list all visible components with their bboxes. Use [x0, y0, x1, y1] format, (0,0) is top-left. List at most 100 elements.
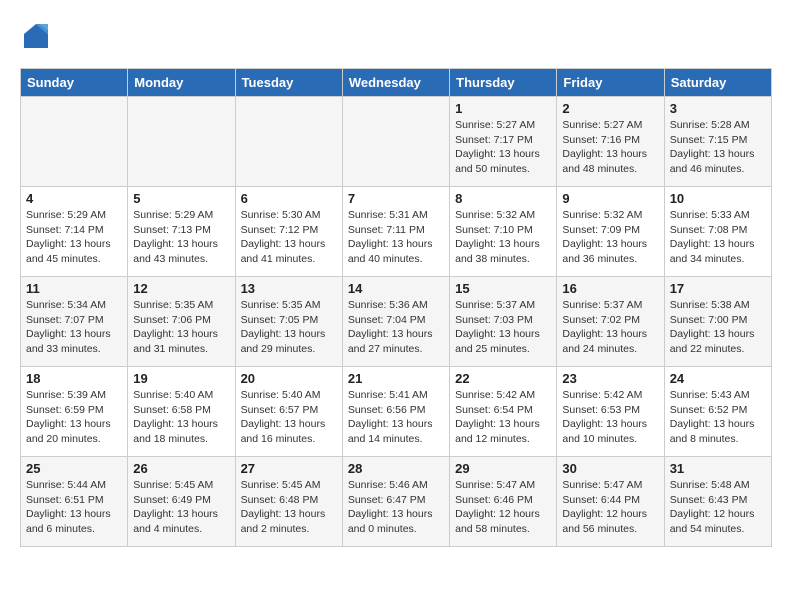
calendar-table: SundayMondayTuesdayWednesdayThursdayFrid…	[20, 68, 772, 547]
day-info: Sunrise: 5:47 AM Sunset: 6:46 PM Dayligh…	[455, 478, 551, 537]
day-info: Sunrise: 5:44 AM Sunset: 6:51 PM Dayligh…	[26, 478, 122, 537]
calendar-cell: 11 Sunrise: 5:34 AM Sunset: 7:07 PM Dayli…	[21, 277, 128, 367]
day-info: Sunrise: 5:35 AM Sunset: 7:06 PM Dayligh…	[133, 298, 229, 357]
day-number: 12	[133, 281, 229, 296]
day-number: 4	[26, 191, 122, 206]
day-number: 20	[241, 371, 337, 386]
day-info: Sunrise: 5:47 AM Sunset: 6:44 PM Dayligh…	[562, 478, 658, 537]
day-number: 6	[241, 191, 337, 206]
calendar-cell: 30 Sunrise: 5:47 AM Sunset: 6:44 PM Dayli…	[557, 457, 664, 547]
calendar-cell: 8Sunrise: 5:32 AM Sunset: 7:10 PM Daylig…	[450, 187, 557, 277]
logo-icon	[20, 20, 52, 52]
calendar-header: SundayMondayTuesdayWednesdayThursdayFrid…	[21, 69, 772, 97]
weekday-row: SundayMondayTuesdayWednesdayThursdayFrid…	[21, 69, 772, 97]
calendar-cell: 10 Sunrise: 5:33 AM Sunset: 7:08 PM Dayli…	[664, 187, 771, 277]
calendar-week-5: 25 Sunrise: 5:44 AM Sunset: 6:51 PM Dayli…	[21, 457, 772, 547]
calendar-cell	[342, 97, 449, 187]
day-info: Sunrise: 5:34 AM Sunset: 7:07 PM Dayligh…	[26, 298, 122, 357]
calendar-cell	[128, 97, 235, 187]
day-info: Sunrise: 5:42 AM Sunset: 6:53 PM Dayligh…	[562, 388, 658, 447]
day-number: 9	[562, 191, 658, 206]
day-number: 24	[670, 371, 766, 386]
day-info: Sunrise: 5:32 AM Sunset: 7:10 PM Dayligh…	[455, 208, 551, 267]
day-number: 29	[455, 461, 551, 476]
weekday-header-tuesday: Tuesday	[235, 69, 342, 97]
weekday-header-sunday: Sunday	[21, 69, 128, 97]
day-info: Sunrise: 5:37 AM Sunset: 7:03 PM Dayligh…	[455, 298, 551, 357]
day-info: Sunrise: 5:40 AM Sunset: 6:58 PM Dayligh…	[133, 388, 229, 447]
day-number: 31	[670, 461, 766, 476]
day-info: Sunrise: 5:40 AM Sunset: 6:57 PM Dayligh…	[241, 388, 337, 447]
day-number: 14	[348, 281, 444, 296]
calendar-cell: 26Sunrise: 5:45 AM Sunset: 6:49 PM Dayli…	[128, 457, 235, 547]
calendar-cell: 18 Sunrise: 5:39 AM Sunset: 6:59 PM Dayli…	[21, 367, 128, 457]
day-info: Sunrise: 5:46 AM Sunset: 6:47 PM Dayligh…	[348, 478, 444, 537]
calendar-cell: 22 Sunrise: 5:42 AM Sunset: 6:54 PM Dayli…	[450, 367, 557, 457]
day-info: Sunrise: 5:45 AM Sunset: 6:48 PM Dayligh…	[241, 478, 337, 537]
calendar-week-4: 18 Sunrise: 5:39 AM Sunset: 6:59 PM Dayli…	[21, 367, 772, 457]
calendar-cell: 13Sunrise: 5:35 AM Sunset: 7:05 PM Dayli…	[235, 277, 342, 367]
weekday-header-monday: Monday	[128, 69, 235, 97]
day-number: 2	[562, 101, 658, 116]
calendar-cell: 23 Sunrise: 5:42 AM Sunset: 6:53 PM Dayli…	[557, 367, 664, 457]
day-info: Sunrise: 5:37 AM Sunset: 7:02 PM Dayligh…	[562, 298, 658, 357]
calendar-cell: 27 Sunrise: 5:45 AM Sunset: 6:48 PM Dayli…	[235, 457, 342, 547]
day-number: 25	[26, 461, 122, 476]
calendar-cell: 29 Sunrise: 5:47 AM Sunset: 6:46 PM Dayli…	[450, 457, 557, 547]
weekday-header-saturday: Saturday	[664, 69, 771, 97]
day-number: 21	[348, 371, 444, 386]
day-number: 28	[348, 461, 444, 476]
day-info: Sunrise: 5:36 AM Sunset: 7:04 PM Dayligh…	[348, 298, 444, 357]
day-number: 22	[455, 371, 551, 386]
day-number: 23	[562, 371, 658, 386]
day-info: Sunrise: 5:39 AM Sunset: 6:59 PM Dayligh…	[26, 388, 122, 447]
day-number: 10	[670, 191, 766, 206]
day-info: Sunrise: 5:28 AM Sunset: 7:15 PM Dayligh…	[670, 118, 766, 177]
day-info: Sunrise: 5:29 AM Sunset: 7:14 PM Dayligh…	[26, 208, 122, 267]
day-number: 1	[455, 101, 551, 116]
day-info: Sunrise: 5:41 AM Sunset: 6:56 PM Dayligh…	[348, 388, 444, 447]
day-info: Sunrise: 5:27 AM Sunset: 7:17 PM Dayligh…	[455, 118, 551, 177]
day-number: 26	[133, 461, 229, 476]
day-info: Sunrise: 5:35 AM Sunset: 7:05 PM Dayligh…	[241, 298, 337, 357]
day-number: 27	[241, 461, 337, 476]
calendar-cell: 5 Sunrise: 5:29 AM Sunset: 7:13 PM Daylig…	[128, 187, 235, 277]
day-info: Sunrise: 5:27 AM Sunset: 7:16 PM Dayligh…	[562, 118, 658, 177]
day-info: Sunrise: 5:30 AM Sunset: 7:12 PM Dayligh…	[241, 208, 337, 267]
day-info: Sunrise: 5:31 AM Sunset: 7:11 PM Dayligh…	[348, 208, 444, 267]
weekday-header-thursday: Thursday	[450, 69, 557, 97]
calendar-cell: 17Sunrise: 5:38 AM Sunset: 7:00 PM Dayli…	[664, 277, 771, 367]
day-number: 15	[455, 281, 551, 296]
calendar-cell	[21, 97, 128, 187]
day-number: 7	[348, 191, 444, 206]
day-info: Sunrise: 5:32 AM Sunset: 7:09 PM Dayligh…	[562, 208, 658, 267]
weekday-header-friday: Friday	[557, 69, 664, 97]
day-number: 30	[562, 461, 658, 476]
calendar-week-1: 1 Sunrise: 5:27 AM Sunset: 7:17 PM Daylig…	[21, 97, 772, 187]
calendar-cell: 20 Sunrise: 5:40 AM Sunset: 6:57 PM Dayli…	[235, 367, 342, 457]
calendar-cell: 9 Sunrise: 5:32 AM Sunset: 7:09 PM Daylig…	[557, 187, 664, 277]
calendar-week-2: 4 Sunrise: 5:29 AM Sunset: 7:14 PM Daylig…	[21, 187, 772, 277]
day-info: Sunrise: 5:33 AM Sunset: 7:08 PM Dayligh…	[670, 208, 766, 267]
day-info: Sunrise: 5:38 AM Sunset: 7:00 PM Dayligh…	[670, 298, 766, 357]
day-number: 11	[26, 281, 122, 296]
calendar-cell: 4 Sunrise: 5:29 AM Sunset: 7:14 PM Daylig…	[21, 187, 128, 277]
calendar-cell	[235, 97, 342, 187]
calendar-cell: 3Sunrise: 5:28 AM Sunset: 7:15 PM Daylig…	[664, 97, 771, 187]
day-info: Sunrise: 5:29 AM Sunset: 7:13 PM Dayligh…	[133, 208, 229, 267]
calendar-cell: 28 Sunrise: 5:46 AM Sunset: 6:47 PM Dayli…	[342, 457, 449, 547]
calendar-cell: 24 Sunrise: 5:43 AM Sunset: 6:52 PM Dayli…	[664, 367, 771, 457]
day-info: Sunrise: 5:43 AM Sunset: 6:52 PM Dayligh…	[670, 388, 766, 447]
calendar-cell: 1 Sunrise: 5:27 AM Sunset: 7:17 PM Daylig…	[450, 97, 557, 187]
day-number: 16	[562, 281, 658, 296]
page-header	[20, 20, 772, 52]
weekday-header-wednesday: Wednesday	[342, 69, 449, 97]
day-info: Sunrise: 5:48 AM Sunset: 6:43 PM Dayligh…	[670, 478, 766, 537]
calendar-cell: 25 Sunrise: 5:44 AM Sunset: 6:51 PM Dayli…	[21, 457, 128, 547]
day-number: 5	[133, 191, 229, 206]
logo	[20, 20, 56, 52]
calendar-cell: 16 Sunrise: 5:37 AM Sunset: 7:02 PM Dayli…	[557, 277, 664, 367]
day-number: 18	[26, 371, 122, 386]
day-info: Sunrise: 5:42 AM Sunset: 6:54 PM Dayligh…	[455, 388, 551, 447]
day-number: 19	[133, 371, 229, 386]
